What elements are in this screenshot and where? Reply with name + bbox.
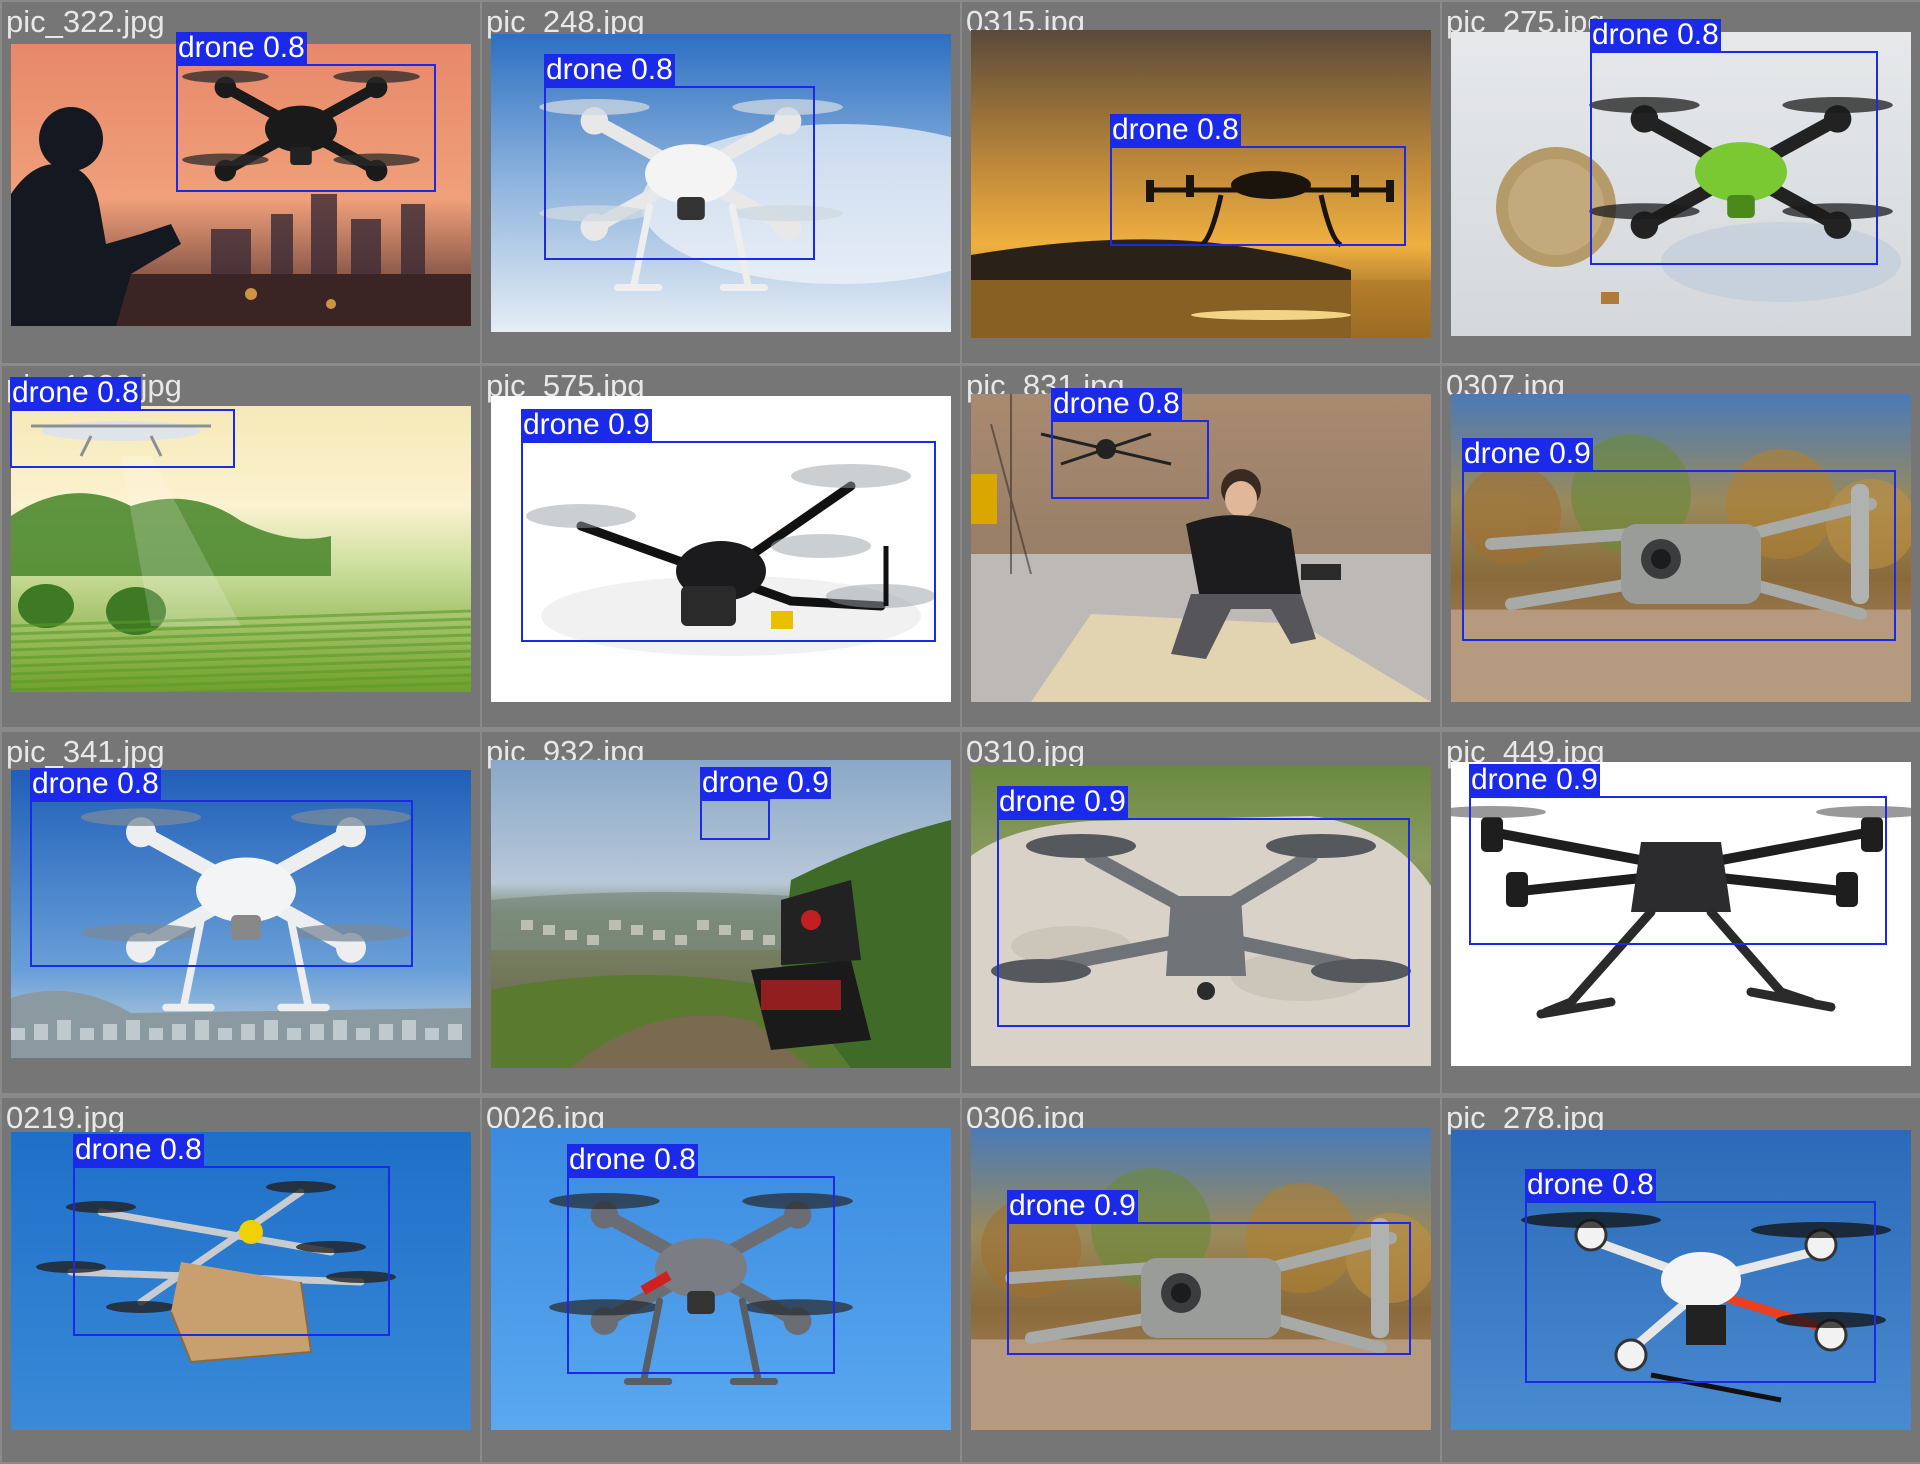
- detection: drone 0.8: [176, 32, 436, 192]
- detection-label: drone 0.9: [1462, 437, 1593, 470]
- detection-label: drone 0.9: [997, 785, 1128, 818]
- detection-label: drone 0.8: [30, 767, 161, 800]
- bounding-box: [30, 800, 413, 967]
- detection: drone 0.8: [73, 1134, 390, 1336]
- detection-label: drone 0.8: [1525, 1168, 1656, 1201]
- detection-label: drone 0.8: [176, 31, 307, 64]
- detection-label: drone 0.8: [544, 53, 675, 86]
- bounding-box: [1110, 146, 1406, 246]
- result-tile: 0306.jpg drone 0.9: [962, 1098, 1440, 1462]
- result-tile: 0219.jpg drone 0.8: [2, 1098, 480, 1462]
- detection: drone 0.8: [567, 1144, 835, 1374]
- detection: drone 0.9: [1469, 764, 1887, 945]
- bounding-box: [521, 441, 936, 642]
- detection: drone 0.8: [1051, 388, 1209, 499]
- result-tile: pic_932.jpg drone 0.9: [482, 732, 960, 1093]
- detection: drone 0.9: [1462, 438, 1896, 641]
- detection: drone 0.8: [10, 377, 235, 468]
- result-tile: pic_831.jpg drone 0.8: [962, 366, 1440, 727]
- result-tile: pic_1382.jpg drone 0.8: [2, 366, 480, 727]
- result-tile: pic_278.jpg drone 0.8: [1442, 1098, 1920, 1462]
- bounding-box: [1590, 51, 1878, 265]
- bounding-box: [10, 409, 235, 468]
- detection: drone 0.9: [997, 786, 1410, 1027]
- detection-label: drone 0.8: [567, 1143, 698, 1176]
- detection-label: drone 0.8: [1110, 113, 1241, 146]
- bounding-box: [73, 1166, 390, 1336]
- result-tile: pic_575.jpg drone 0.9: [482, 366, 960, 727]
- detection: drone 0.9: [1007, 1190, 1411, 1355]
- result-tile: pic_275.jpg drone 0.8: [1442, 2, 1920, 363]
- bounding-box: [567, 1176, 835, 1374]
- detection: drone 0.8: [30, 768, 413, 967]
- result-tile: pic_341.jpg drone 0.8: [2, 732, 480, 1093]
- result-tile: pic_449.jpg drone 0.9: [1442, 732, 1920, 1093]
- bounding-box: [997, 818, 1410, 1027]
- detection-label: drone 0.8: [73, 1133, 204, 1166]
- bounding-box: [700, 799, 770, 840]
- result-tile: pic_322.jpg drone 0.8: [2, 2, 480, 363]
- image-filename: 0310.jpg: [966, 734, 1085, 769]
- image-filename: 0219.jpg: [6, 1100, 125, 1135]
- detection: drone 0.9: [700, 767, 831, 840]
- result-tile: 0307.jpg drone 0.9: [1442, 366, 1920, 727]
- bounding-box: [176, 64, 436, 192]
- bounding-box: [1469, 796, 1887, 945]
- bounding-box: [1007, 1222, 1411, 1355]
- detection-label: drone 0.8: [10, 376, 141, 409]
- result-tile: 0026.jpg drone 0.8: [482, 1098, 960, 1462]
- result-tile: pic_248.jpg drone 0.8: [482, 2, 960, 363]
- result-tile: 0315.jpg drone 0.8: [962, 2, 1440, 363]
- bounding-box: [1525, 1201, 1876, 1383]
- detection-label: drone 0.8: [1051, 387, 1182, 420]
- detection: drone 0.8: [1110, 114, 1406, 246]
- detection-label: drone 0.9: [521, 408, 652, 441]
- detection: drone 0.8: [544, 54, 815, 260]
- detection: drone 0.8: [1525, 1169, 1876, 1383]
- bounding-box: [1462, 470, 1896, 641]
- bounding-box: [544, 86, 815, 260]
- image-filename: pic_322.jpg: [6, 4, 165, 39]
- image-filename: pic_341.jpg: [6, 734, 165, 769]
- detection-label: drone 0.9: [1469, 763, 1600, 796]
- detection-label: drone 0.9: [1007, 1189, 1138, 1222]
- bounding-box: [1051, 420, 1209, 499]
- detection-results-grid: pic_322.jpg drone 0.8 pic_248.jpg drone 0…: [0, 0, 1920, 1464]
- detection: drone 0.9: [521, 409, 936, 642]
- detection: drone 0.8: [1590, 19, 1878, 265]
- detection-label: drone 0.9: [700, 766, 831, 799]
- detection-label: drone 0.8: [1590, 18, 1721, 51]
- result-tile: 0310.jpg drone 0.9: [962, 732, 1440, 1093]
